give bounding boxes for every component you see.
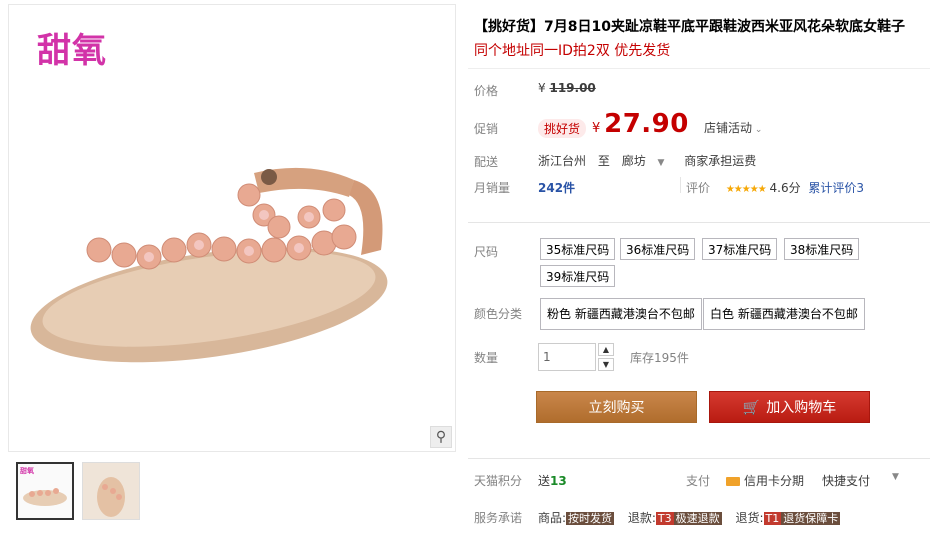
ship-to-word: 至: [597, 154, 610, 168]
goods-label: 商品:: [538, 511, 567, 525]
sku-options: 尺码 35标准尺码 36标准尺码 37标准尺码 38标准尺码 39标准尺码 颜色…: [468, 222, 930, 451]
goods-badge: 按时发货: [566, 512, 615, 525]
refund-label: 退款:: [627, 511, 656, 525]
shipping-fee: 商家承担运费: [684, 154, 757, 168]
quick-pay-option[interactable]: 快捷支付: [822, 472, 870, 489]
points-label: 天猫积分: [474, 474, 523, 488]
ship-destination-select[interactable]: 廊坊 ▼: [622, 154, 673, 168]
add-to-cart-label: 加入购物车: [766, 400, 837, 416]
credit-card-option[interactable]: 信用卡分期: [726, 472, 804, 489]
sandal-illustration: [30, 167, 388, 363]
service-promises: 商品: 按时发货 退款: T3 极速退款 退货: T1 退货保障卡: [538, 509, 850, 526]
rating-stars-icon: ★★★★★: [725, 184, 767, 195]
rating-score: 4.6分: [769, 181, 801, 195]
refund-badge: 极速退款: [673, 512, 722, 525]
size-option-36[interactable]: 36标准尺码: [620, 238, 696, 260]
main-product-image[interactable]: 甜氧 ⚲: [8, 4, 456, 452]
promo-price: ¥ 27.90: [592, 109, 689, 139]
service-return[interactable]: 退货: T1 退货保障卡: [735, 511, 841, 525]
total-reviews-link[interactable]: 累计评价3: [808, 181, 864, 195]
caret-down-icon: ▼: [657, 158, 665, 168]
promo-label: 促销: [474, 122, 499, 136]
thumbnail-1[interactable]: 甜氧: [16, 462, 74, 520]
return-code: T1: [763, 512, 782, 525]
add-to-cart-button[interactable]: 🛒 加入购物车: [709, 391, 870, 423]
payment-label: 支付: [686, 474, 711, 488]
store-activity-label: 店铺活动: [704, 121, 753, 135]
original-currency: ¥: [538, 81, 546, 95]
buy-now-button[interactable]: 立刻购买: [536, 391, 697, 423]
service-refund[interactable]: 退款: T3 极速退款: [628, 511, 722, 525]
product-subtitle: 同个地址同一ID拍2双 优先发货: [474, 43, 671, 59]
rating-label: 评价: [686, 181, 711, 195]
monthly-sales-label: 月销量: [474, 181, 511, 195]
product-title: 【挑好货】7月8日10夹趾凉鞋平底平跟鞋波西米亚风花朵软底女鞋子: [474, 19, 905, 35]
promo-tag-badge: 挑好货: [538, 119, 587, 138]
original-price: ¥ 119.00: [538, 81, 596, 95]
color-option-pink[interactable]: 粉色 新疆西藏港澳台不包邮: [540, 298, 702, 330]
thumbnail-2[interactable]: [82, 462, 140, 520]
shipping-row: 浙江台州 至 廊坊 ▼ 商家承担运费: [538, 152, 764, 169]
magnifier-icon[interactable]: ⚲: [430, 426, 452, 448]
increment-icon[interactable]: ▲: [598, 343, 614, 356]
ship-from: 浙江台州: [538, 154, 587, 168]
points-number: 13: [550, 474, 567, 488]
original-price-value: 119.00: [549, 81, 596, 95]
points-value: 送13: [538, 472, 567, 489]
image-gallery: 甜氧 ⚲ 甜氧: [8, 0, 456, 535]
price-panel: 价格 ¥ 119.00 促销 挑好货 ¥ 27.90 店铺活动 ⌄ 配送 浙江台…: [468, 68, 930, 219]
monthly-sales-count: 242件: [538, 181, 576, 195]
return-label: 退货:: [735, 511, 764, 525]
size-option-38[interactable]: 38标准尺码: [784, 238, 860, 260]
refund-code: T3: [655, 512, 674, 525]
promo-price-value: 27.90: [604, 109, 689, 139]
size-option-39[interactable]: 39标准尺码: [540, 265, 616, 287]
size-option-35[interactable]: 35标准尺码: [540, 238, 616, 260]
decrement-icon[interactable]: ▼: [598, 358, 614, 371]
cart-icon: 🛒: [742, 400, 761, 416]
credit-card-icon: [726, 477, 740, 486]
size-label: 尺码: [474, 245, 499, 259]
caret-down-icon[interactable]: ▼: [892, 472, 899, 482]
color-option-white[interactable]: 白色 新疆西藏港澳台不包邮: [703, 298, 865, 330]
credit-card-label: 信用卡分期: [744, 474, 805, 488]
color-label: 颜色分类: [474, 307, 523, 321]
thumb-brand-tag: 甜氧: [20, 467, 34, 475]
service-footer: 天猫积分 送13 支付 信用卡分期 快捷支付 ▼ 服务承诺 商品: 按时发货 退款…: [468, 458, 930, 536]
thumbnail-strip: 甜氧: [16, 462, 140, 520]
chevron-down-icon: ⌄: [752, 125, 763, 135]
stock-count: 库存195件: [630, 351, 689, 365]
monthly-sales: 242件: [538, 179, 575, 196]
return-badge: 退货保障卡: [781, 512, 841, 525]
divider: [680, 177, 681, 193]
quantity-input[interactable]: 1: [538, 343, 596, 371]
price-label: 价格: [474, 84, 499, 98]
service-goods[interactable]: 商品: 按时发货: [538, 511, 615, 525]
shipping-label: 配送: [474, 155, 499, 169]
points-prefix: 送: [538, 474, 551, 488]
quantity-label: 数量: [474, 351, 499, 365]
thumb-foot-image: [83, 463, 139, 519]
ship-destination: 廊坊: [621, 154, 646, 168]
rating-summary: 评价 ★★★★★ 4.6分 累计评价3: [686, 179, 864, 196]
service-label: 服务承诺: [474, 511, 523, 525]
size-option-37[interactable]: 37标准尺码: [702, 238, 778, 260]
store-activity-dropdown[interactable]: 店铺活动 ⌄: [704, 119, 762, 136]
product-info: 【挑好货】7月8日10夹趾凉鞋平底平跟鞋波西米亚风花朵软底女鞋子 同个地址同一I…: [468, 0, 930, 535]
promo-currency: ¥: [592, 121, 601, 136]
